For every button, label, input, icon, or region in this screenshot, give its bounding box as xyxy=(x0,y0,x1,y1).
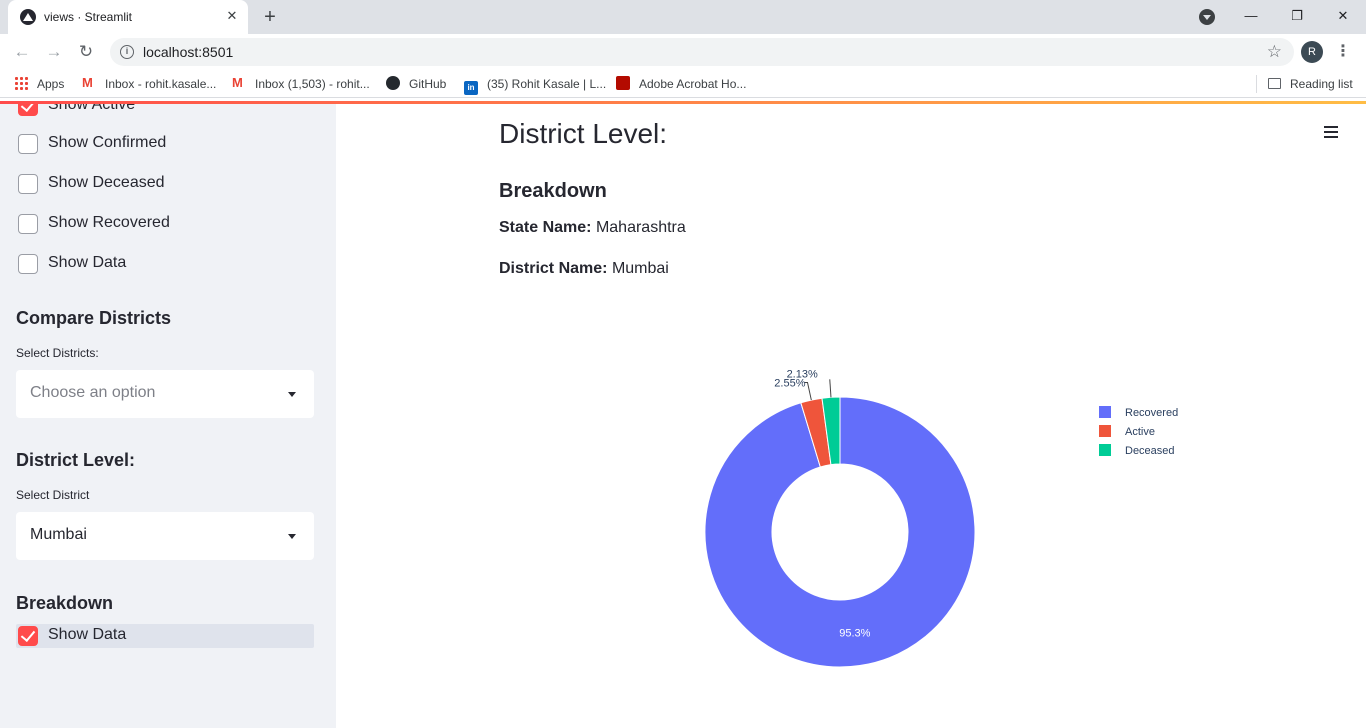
checkbox-box[interactable] xyxy=(18,174,38,194)
legend-swatch-active xyxy=(1099,425,1111,437)
streamlit-favicon-icon xyxy=(20,9,36,25)
profile-avatar[interactable]: R xyxy=(1301,41,1323,63)
address-bar[interactable]: i localhost:8501 ☆ xyxy=(110,38,1294,66)
select-district-label: Select District xyxy=(16,488,90,502)
select-districts-label: Select Districts: xyxy=(16,346,99,360)
restore-icon[interactable]: ❐ xyxy=(1282,4,1312,28)
district-selectbox[interactable]: Mumbai xyxy=(16,512,314,560)
bookmark-star-icon[interactable]: ☆ xyxy=(1267,42,1282,62)
browser-tab[interactable]: views · Streamlit ✕ xyxy=(8,0,248,34)
window-close-icon[interactable]: ✕ xyxy=(1328,4,1358,28)
district-name-value: Mumbai xyxy=(611,260,669,277)
checkbox-label: Show Data xyxy=(48,626,127,643)
gmail-icon xyxy=(82,75,96,91)
reload-icon[interactable]: ↻ xyxy=(74,40,98,64)
bookmarks-divider xyxy=(1256,75,1257,93)
close-tab-icon[interactable]: ✕ xyxy=(224,8,240,24)
checkbox-box[interactable] xyxy=(18,626,38,646)
legend-label-deceased: Deceased xyxy=(1125,445,1175,457)
breakdown-subheading: Breakdown xyxy=(499,180,607,202)
checkbox-label: Show Confirmed xyxy=(48,134,167,151)
forward-arrow-icon[interactable]: → xyxy=(42,40,66,64)
checkbox-box[interactable] xyxy=(18,254,38,274)
district-level-heading: District Level: xyxy=(16,450,136,470)
bookmark-apps[interactable]: Apps xyxy=(14,76,64,92)
browser-toolbar: ← → ↻ i localhost:8501 ☆ R ⋮ xyxy=(0,34,1366,70)
gmail-icon xyxy=(232,75,246,91)
sidebar: Show Active Show Confirmed Show Deceased… xyxy=(0,104,336,728)
checkbox-label: Show Deceased xyxy=(48,174,165,191)
breakdown-heading: Breakdown xyxy=(16,593,114,613)
bookmark-gmail-2[interactable]: Inbox (1,503) - rohit... xyxy=(232,75,370,92)
chevron-down-icon[interactable] xyxy=(288,534,296,539)
tab-search-icon[interactable] xyxy=(1199,9,1215,25)
apps-grid-icon xyxy=(14,76,28,90)
legend-label-active: Active xyxy=(1125,426,1155,438)
linkedin-icon: in xyxy=(464,81,478,95)
bookmark-github[interactable]: GitHub xyxy=(386,76,446,92)
slice-leader-line xyxy=(804,381,812,401)
new-tab-button[interactable]: + xyxy=(258,5,282,29)
checkbox-breakdown-show-data[interactable]: Show Data xyxy=(16,624,314,648)
checkbox-label: Show Active xyxy=(48,104,136,113)
page-title: District Level: xyxy=(499,118,668,149)
compare-districts-multiselect[interactable]: Choose an option xyxy=(16,370,314,418)
back-arrow-icon[interactable]: ← xyxy=(10,40,34,64)
slice-label-deceased: 2.13% xyxy=(787,368,818,380)
checkbox-box[interactable] xyxy=(18,134,38,154)
chevron-down-icon[interactable] xyxy=(288,392,296,397)
browser-tabstrip: views · Streamlit ✕ + — ❐ ✕ xyxy=(0,0,1366,34)
bookmark-adobe[interactable]: Adobe Acrobat Ho... xyxy=(616,76,746,92)
district-name-row: District Name: Mumbai xyxy=(499,260,669,278)
url-text[interactable]: localhost:8501 xyxy=(143,44,233,60)
tab-title: views · Streamlit xyxy=(44,10,133,24)
checkbox-label: Show Recovered xyxy=(48,214,170,231)
legend-swatch-deceased xyxy=(1099,444,1111,456)
state-name-value: Maharashtra xyxy=(595,219,686,236)
state-name-key: State Name: xyxy=(499,219,592,236)
breakdown-donut-chart: 95.3%2.55%2.13%RecoveredActiveDeceased xyxy=(704,368,1178,668)
legend-swatch-recovered xyxy=(1099,406,1111,418)
state-name-row: State Name: Maharashtra xyxy=(499,219,686,237)
selectbox-value: Mumbai xyxy=(30,526,87,543)
browser-menu-icon[interactable]: ⋮ xyxy=(1335,40,1351,64)
slice-leader-line xyxy=(829,379,832,398)
bookmarks-bar: Apps Inbox - rohit.kasale... Inbox (1,50… xyxy=(0,70,1366,98)
slice-label-recovered: 95.3% xyxy=(839,627,870,639)
main-content: District Level: Breakdown State Name: Ma… xyxy=(336,104,1366,728)
legend-label-recovered: Recovered xyxy=(1125,407,1178,419)
reading-list-button[interactable]: Reading list xyxy=(1290,76,1353,92)
minimize-icon[interactable]: — xyxy=(1236,4,1266,28)
multiselect-placeholder: Choose an option xyxy=(30,384,156,401)
checkbox-box[interactable] xyxy=(18,214,38,234)
bookmark-linkedin[interactable]: in (35) Rohit Kasale | L... xyxy=(464,76,606,95)
hamburger-menu-icon[interactable] xyxy=(1324,126,1338,138)
compare-districts-heading: Compare Districts xyxy=(16,308,172,328)
checkbox-label: Show Data xyxy=(48,254,127,271)
bookmark-gmail-1[interactable]: Inbox - rohit.kasale... xyxy=(82,75,216,92)
reading-list-icon xyxy=(1268,78,1281,89)
github-icon xyxy=(386,76,400,90)
district-name-key: District Name: xyxy=(499,260,608,277)
checkbox-box[interactable] xyxy=(18,104,38,116)
adobe-icon xyxy=(616,76,630,90)
site-info-icon[interactable]: i xyxy=(120,45,134,59)
